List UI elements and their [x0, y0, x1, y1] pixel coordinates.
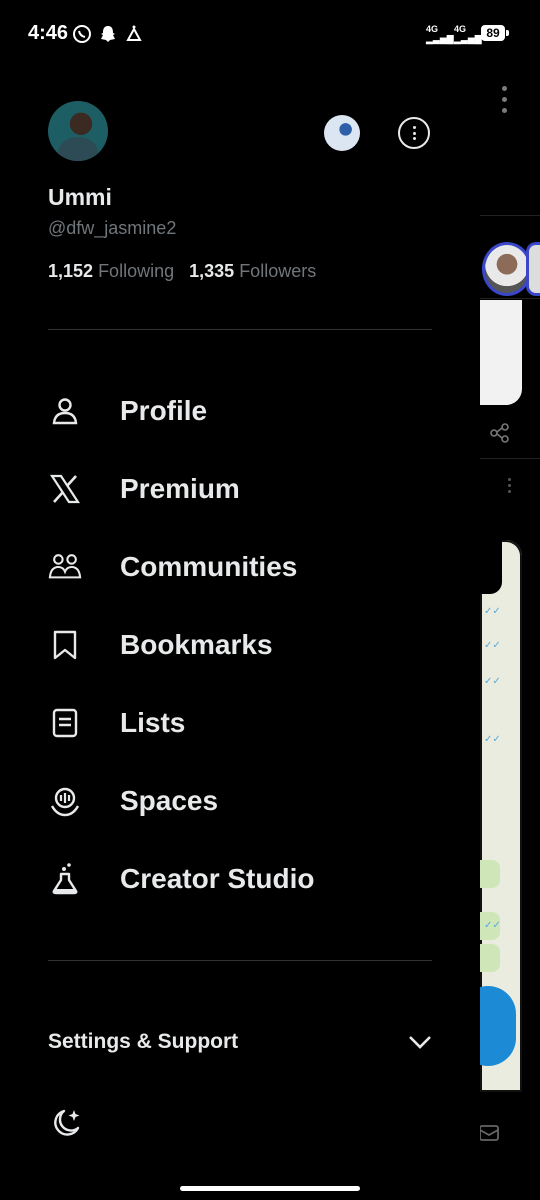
share-icon [490, 423, 509, 443]
bookmark-icon [48, 628, 82, 662]
more-options-button[interactable] [398, 117, 430, 149]
battery-icon: 89 [481, 25, 509, 41]
person-icon [48, 394, 82, 428]
profile-avatar[interactable] [48, 101, 108, 161]
settings-support-label: Settings & Support [48, 1030, 239, 1053]
x-logo-icon [48, 472, 82, 506]
followers-link[interactable]: 1,335 Followers [189, 261, 316, 281]
menu-item-creator-studio[interactable]: Creator Studio [48, 851, 448, 907]
profile-handle: @dfw_jasmine2 [48, 218, 177, 238]
menu-item-label: Bookmarks [120, 629, 273, 660]
flask-icon [48, 862, 82, 896]
status-bar: 4:46 4G ▂▃▅▇ 4G ▂▃▅▇ 89 [0, 0, 540, 68]
menu-item-lists[interactable]: Lists [48, 695, 448, 751]
divider [48, 329, 432, 330]
more-vertical-icon [502, 86, 507, 119]
navigation-drawer: Ummi @dfw_jasmine2 1,152 Following 1,335… [0, 68, 480, 1200]
menu-item-spaces[interactable]: Spaces [48, 773, 448, 829]
alarm-icon [126, 25, 142, 41]
menu-item-bookmarks[interactable]: Bookmarks [48, 617, 448, 673]
snapchat-icon [101, 26, 115, 42]
list-icon [48, 706, 82, 740]
following-link[interactable]: 1,152 Following [48, 261, 174, 281]
signal-icon: 4G ▂▃▅▇ [454, 24, 482, 44]
chevron-down-icon [409, 1036, 431, 1049]
menu-item-communities[interactable]: Communities [48, 539, 448, 595]
menu-item-label: Lists [120, 707, 186, 738]
menu-item-premium[interactable]: Premium [48, 461, 448, 517]
menu-item-label: Communities [120, 551, 298, 582]
menu-item-label: Premium [120, 473, 240, 504]
divider [480, 458, 540, 459]
menu-item-profile[interactable]: Profile [48, 383, 448, 439]
follow-stats: 1,152 Following 1,335 Followers [48, 261, 316, 282]
microphone-icon [48, 784, 82, 818]
people-icon [48, 550, 82, 584]
divider [480, 215, 540, 216]
avatar [482, 242, 532, 296]
settings-support-toggle[interactable]: Settings & Support [48, 1024, 432, 1060]
menu-item-label: Creator Studio [120, 863, 315, 894]
profile-name[interactable]: Ummi [48, 184, 112, 211]
switch-account-avatar[interactable] [324, 115, 360, 151]
theme-moon-icon[interactable] [48, 1106, 84, 1142]
whatsapp-icon [73, 25, 91, 43]
more-vertical-icon [508, 478, 511, 496]
media-card [480, 300, 522, 405]
menu-item-label: Profile [120, 395, 208, 426]
messages-icon [479, 1125, 499, 1141]
home-indicator[interactable] [180, 1186, 360, 1191]
divider [48, 960, 432, 961]
divider [480, 298, 540, 299]
status-time: 4:46 [28, 22, 69, 44]
menu-item-label: Spaces [120, 785, 219, 816]
avatar [526, 242, 540, 296]
signal-icon: 4G ▂▃▅▇ [426, 24, 454, 44]
